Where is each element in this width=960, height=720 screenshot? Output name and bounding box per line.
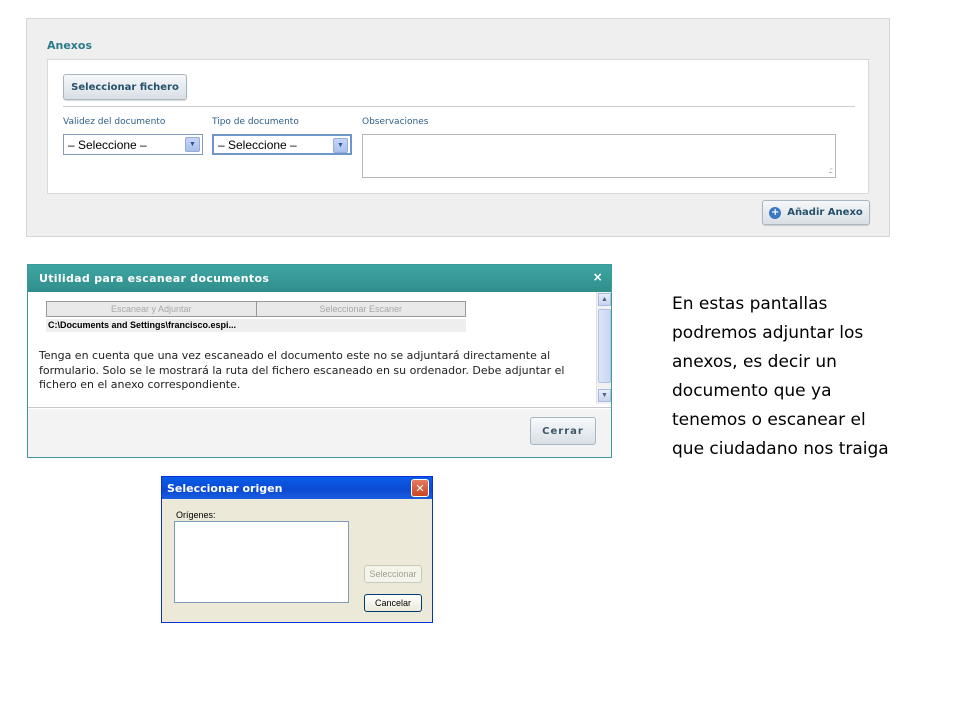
scanner-title: Utilidad para escanear documentos (39, 272, 270, 285)
chevron-down-icon[interactable]: ▼ (185, 137, 200, 152)
scroll-down-icon[interactable]: ▼ (598, 389, 611, 402)
scanner-footer: Cerrar (28, 409, 611, 457)
select-source-window: Seleccionar origen ✕ Orígenes: Seleccion… (161, 476, 433, 623)
tipo-select[interactable]: – Seleccione – ▼ (212, 134, 352, 155)
side-description: En estas pantallas podremos adjuntar los… (672, 294, 889, 459)
chevron-down-icon[interactable]: ▼ (333, 138, 348, 153)
sources-list[interactable] (174, 521, 349, 603)
divider (63, 106, 855, 107)
cancel-button[interactable]: Cancelar (364, 594, 422, 612)
select-source-button[interactable]: Seleccionar (364, 565, 422, 583)
select-file-button[interactable]: Seleccionar fichero (63, 74, 187, 100)
resize-grip-icon[interactable]: .:: (828, 166, 833, 175)
scroll-up-icon[interactable]: ▲ (598, 293, 611, 306)
scanner-titlebar: Utilidad para escanear documentos × (28, 265, 611, 292)
scanner-note: Tenga en cuenta que una vez escaneado el… (39, 349, 565, 391)
close-button[interactable]: Cerrar (530, 417, 596, 445)
observaciones-label: Observaciones (362, 117, 429, 127)
close-icon[interactable]: × (593, 270, 603, 284)
anexos-title: Anexos (47, 39, 93, 52)
applet-tabs: Escanear y Adjuntar Seleccionar Escaner (46, 301, 466, 317)
anexos-form: Seleccionar fichero Validez del document… (47, 59, 869, 194)
validez-select-value: – Seleccione – (68, 137, 147, 152)
select-source-titlebar: Seleccionar origen ✕ (162, 477, 432, 499)
scan-attach-button[interactable]: Escanear y Adjuntar (46, 301, 257, 317)
add-anexo-button[interactable]: + Añadir Anexo (762, 200, 870, 225)
tipo-label: Tipo de documento (212, 117, 299, 127)
add-anexo-label: Añadir Anexo (787, 207, 863, 218)
scanned-file-path: C:\Documents and Settings\francisco.espi… (46, 319, 466, 332)
scanner-body: Escanear y Adjuntar Seleccionar Escaner … (28, 292, 611, 408)
scrollbar-thumb[interactable] (598, 309, 611, 383)
sources-label: Orígenes: (176, 510, 216, 520)
validez-label: Validez del documento (63, 117, 166, 127)
validez-select[interactable]: – Seleccione – ▼ (63, 134, 203, 155)
select-source-title: Seleccionar origen (167, 481, 283, 495)
anexos-panel: Anexos Seleccionar fichero Validez del d… (26, 18, 890, 237)
vertical-scrollbar[interactable]: ▲ ▼ (596, 292, 611, 404)
observaciones-textarea[interactable]: .:: (362, 134, 836, 178)
close-icon[interactable]: ✕ (411, 479, 429, 497)
plus-circle-icon: + (769, 206, 782, 219)
tipo-select-value: – Seleccione – (218, 137, 297, 152)
select-scanner-button[interactable]: Seleccionar Escaner (256, 301, 466, 317)
scanner-dialog: Utilidad para escanear documentos × Esca… (27, 264, 612, 458)
